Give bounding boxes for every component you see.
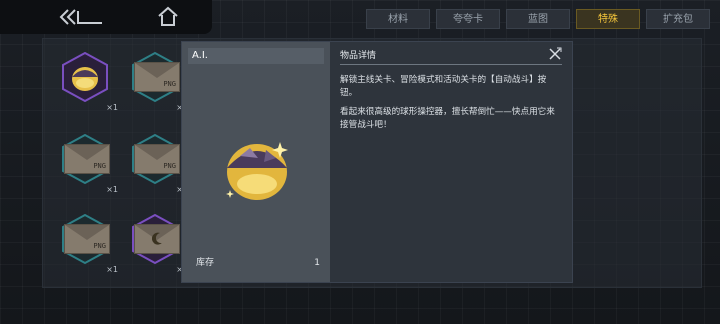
close-button[interactable] [548, 46, 562, 60]
moon-icon [151, 232, 162, 245]
png-envelope-icon: PNG [64, 144, 110, 174]
category-tabs: 材料 夸夸卡 蓝图 特殊 扩充包 [366, 9, 710, 29]
item-detail-modal: A.I. 库存 1 物品详情 解锁主线关卡、冒险模式和活动关卡的【自动战斗】按钮… [182, 42, 572, 282]
stock-value: 1 [314, 258, 320, 268]
close-icon [549, 47, 562, 60]
inventory-item-moon-envelope[interactable]: ×1 [130, 214, 188, 274]
item-description-1: 解锁主线关卡、冒险模式和活动关卡的【自动战斗】按钮。 [340, 75, 547, 98]
stock-label: 库存 [196, 258, 215, 268]
png-envelope-icon: PNG [134, 62, 180, 92]
inventory-item-ai[interactable]: ×1 [60, 52, 118, 112]
item-description-2: 看起来很高级的球形操控器，擅长帮倒忙——快点用它来接管战斗吧！ [340, 107, 555, 130]
tab-materials[interactable]: 材料 [366, 9, 430, 29]
inventory-item-png-2[interactable]: PNG ×1 [60, 134, 118, 194]
tab-blueprints[interactable]: 蓝图 [506, 9, 570, 29]
inventory-item-png-3[interactable]: PNG ×1 [130, 134, 188, 194]
item-quantity: ×1 [106, 265, 118, 274]
ai-sphere-icon [226, 142, 288, 200]
detail-title: 物品详情 [340, 51, 377, 61]
home-icon [158, 6, 178, 26]
home-button[interactable] [156, 6, 180, 28]
item-name: A.I. [188, 48, 324, 64]
moon-envelope-icon [134, 224, 180, 254]
item-quantity: ×1 [106, 185, 118, 194]
item-preview-panel: A.I. 库存 1 [182, 42, 330, 282]
ai-sphere-icon [72, 67, 98, 91]
divider [340, 64, 562, 65]
item-detail-panel: 物品详情 解锁主线关卡、冒险模式和活动关卡的【自动战斗】按钮。 看起来很高级的球… [330, 42, 572, 282]
top-nav-bar [0, 0, 212, 34]
png-envelope-icon: PNG [134, 144, 180, 174]
tab-special[interactable]: 特殊 [576, 9, 640, 29]
tab-praise-cards[interactable]: 夸夸卡 [436, 9, 500, 29]
inventory-item-png-1[interactable]: PNG ×1 [130, 52, 188, 112]
back-button[interactable] [58, 8, 104, 26]
inventory-item-png-4[interactable]: PNG ×1 [60, 214, 118, 274]
tab-expansion-packs[interactable]: 扩充包 [646, 9, 710, 29]
item-quantity: ×1 [106, 103, 118, 112]
png-envelope-icon: PNG [64, 224, 110, 254]
double-chevron-back-icon [59, 9, 102, 25]
